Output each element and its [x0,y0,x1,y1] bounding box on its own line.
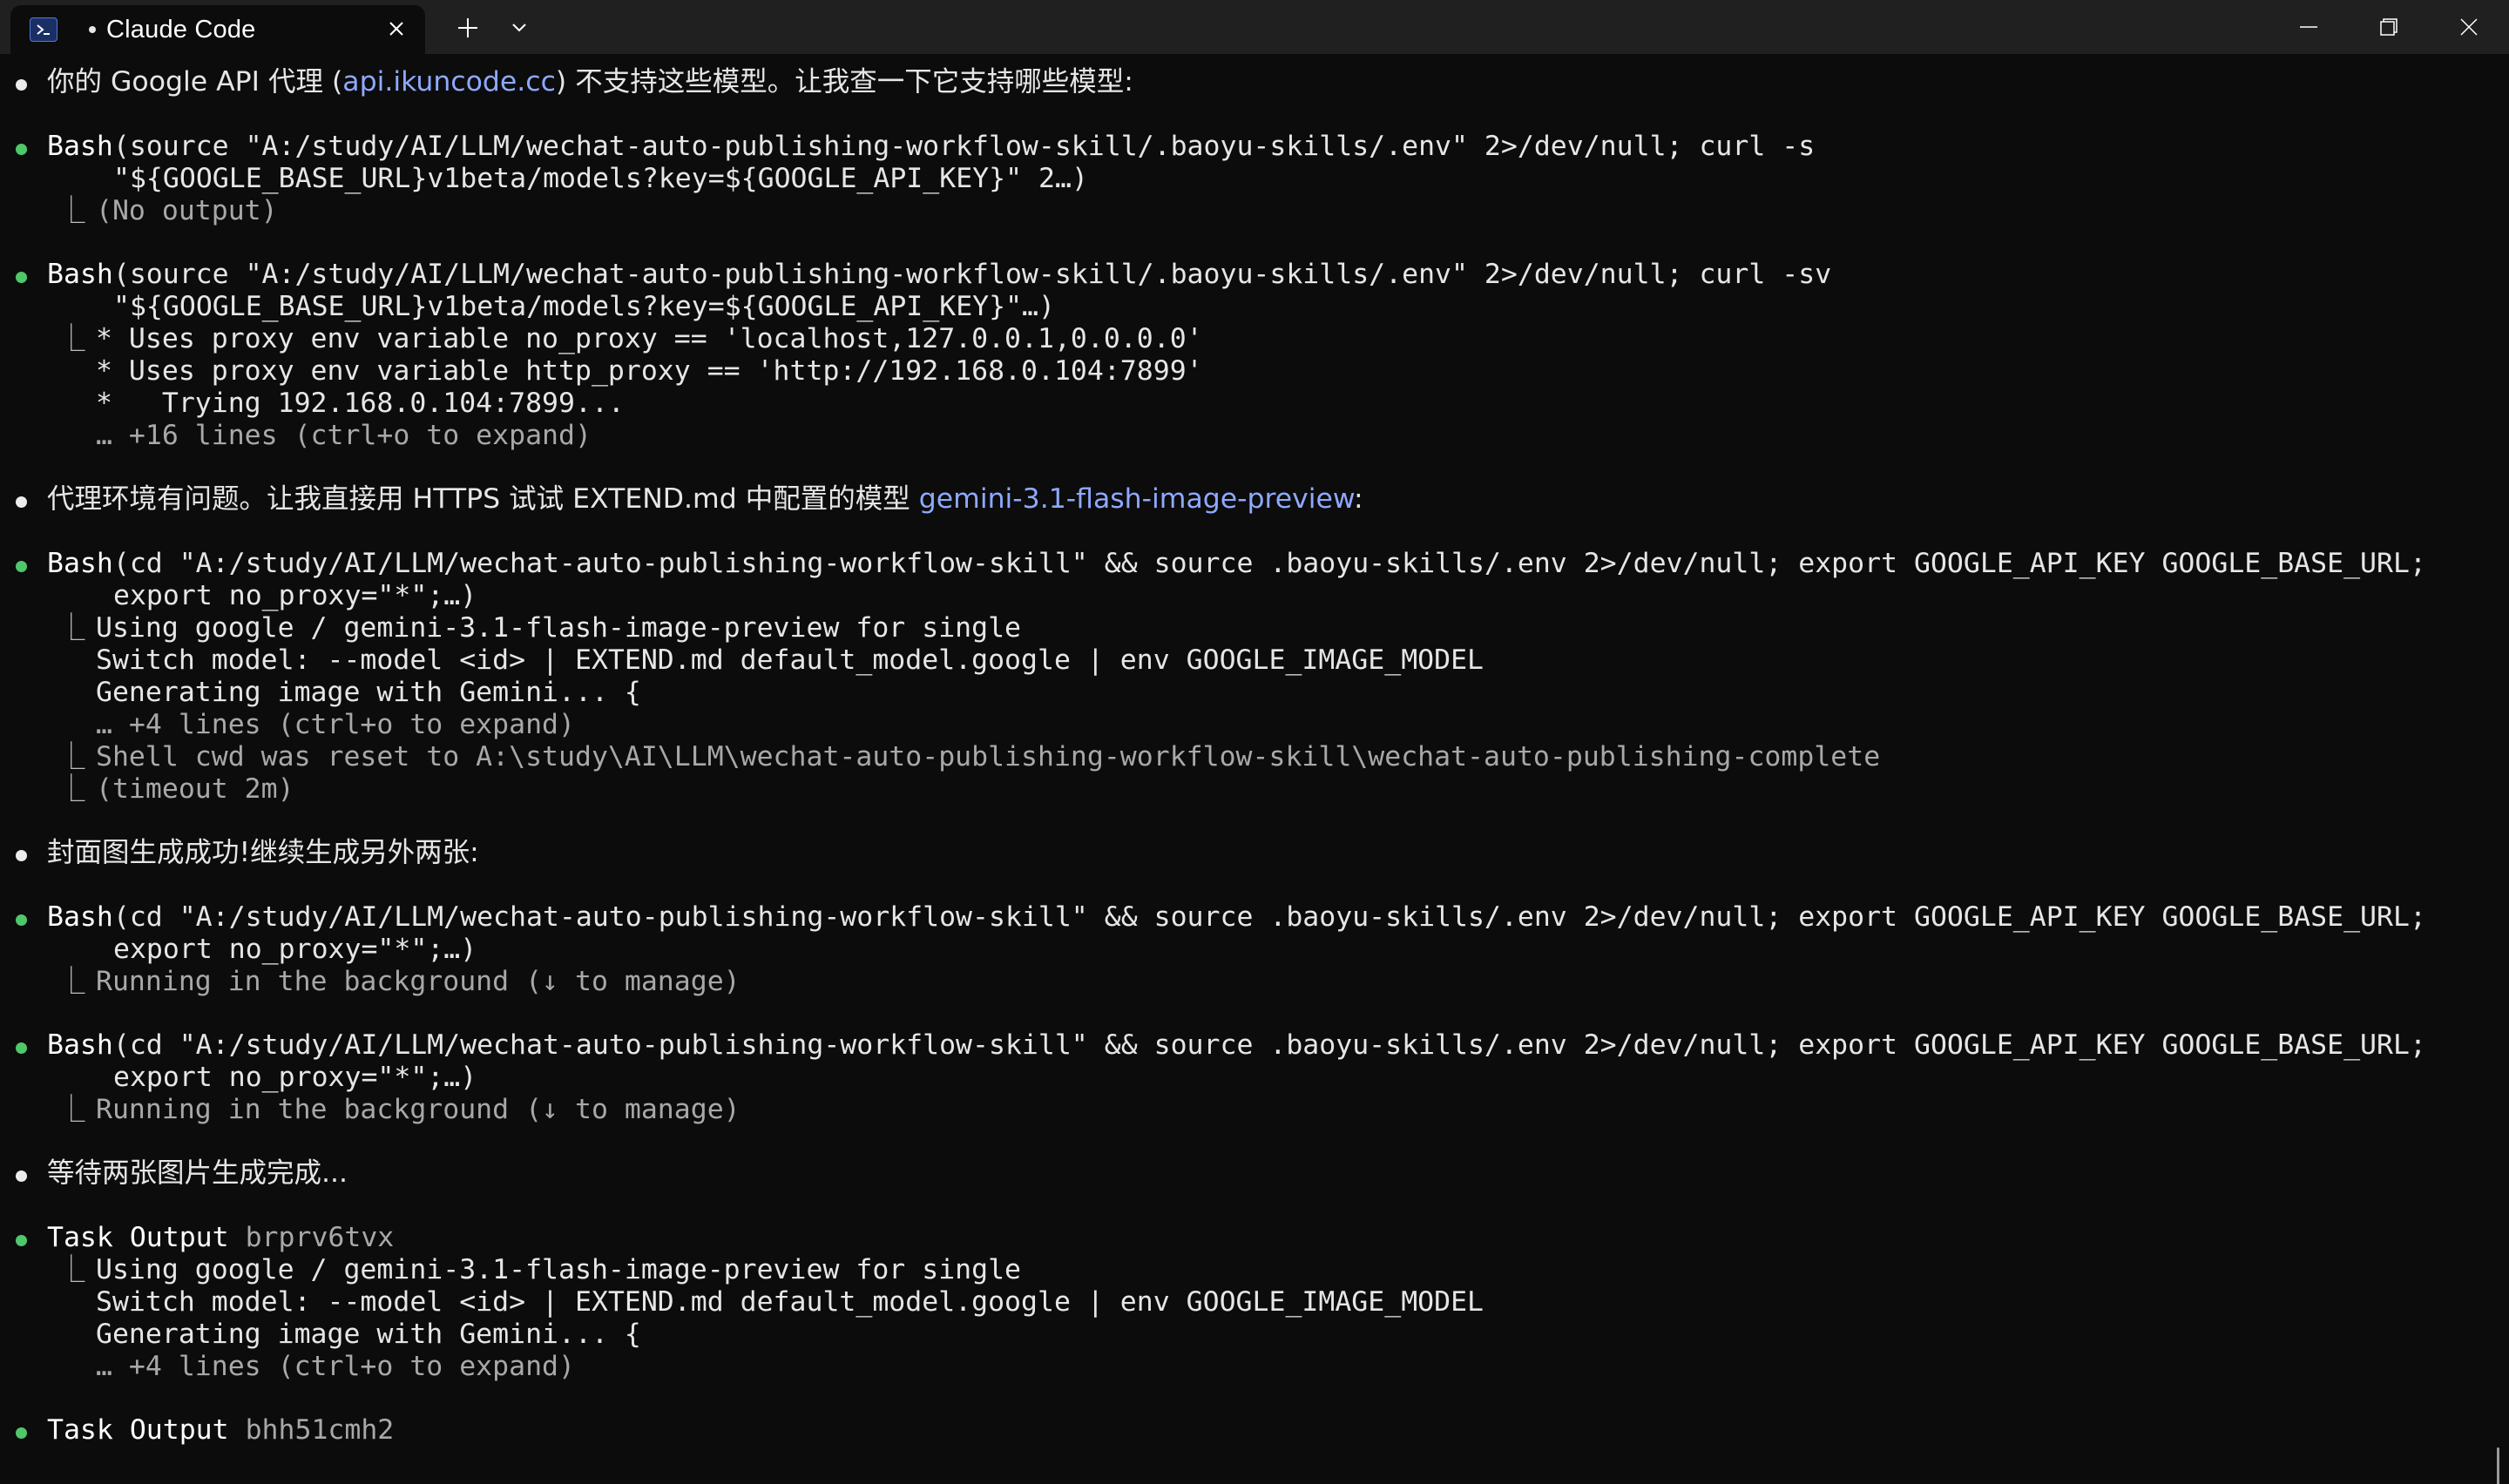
tool-args: (cd "A:/study/AI/LLM/wechat-auto-publish… [112,1029,2426,1061]
task-output: Task Output bhh51cmh2 [47,1414,394,1447]
message-bullet [16,496,27,508]
background-task-status[interactable]: Running in the background (↓ to manage) [96,1094,741,1126]
output-branch-glyph: ⎿ [57,1254,85,1285]
message-text: ) 不支持这些模型。让我查一下它支持哪些模型: [555,66,1133,98]
terminal-output[interactable]: 你的 Google API 代理 (api.ikuncode.cc) 不支持这些… [0,54,2509,1484]
tool-call-bash: Bash(cd "A:/study/AI/LLM/wechat-auto-pub… [47,548,2426,580]
tab-dropdown-button[interactable] [502,10,537,45]
task-id: bhh51cmh2 [245,1414,395,1446]
task-id: brprv6tvx [245,1222,395,1253]
plus-icon [458,18,477,37]
tool-output-line: Shell cwd was reset to A:\study\AI\LLM\w… [96,741,1881,772]
tool-call-bash: Bash(cd "A:/study/AI/LLM/wechat-auto-pub… [47,1029,2426,1062]
tool-output-line: Generating image with Gemini... { [96,677,641,708]
tool-call-bullet [16,1235,27,1246]
message-bullet [16,79,27,91]
tool-name: Bash [47,1029,113,1061]
close-icon [2460,18,2478,36]
output-branch-glyph: ⎿ [57,323,85,354]
output-branch-glyph: ⎿ [57,612,85,644]
tool-args: (source "A:/study/AI/LLM/wechat-auto-pub… [112,259,1832,290]
message-text: 你的 Google API 代理 ( [47,66,343,98]
tool-output-line: * Uses proxy env variable no_proxy == 'l… [96,323,1203,354]
tool-output-line: Switch model: --model <id> | EXTEND.md d… [96,1286,1484,1318]
message-bullet [16,850,27,861]
close-icon [389,22,403,36]
tool-args-continued: export no_proxy="*";…) [113,934,477,965]
output-branch-glyph: ⎿ [57,966,85,997]
minimize-button[interactable] [2269,0,2349,54]
background-task-status[interactable]: Running in the background (↓ to manage) [96,966,741,998]
tab-close-button[interactable] [383,16,409,42]
tool-args-continued: "${GOOGLE_BASE_URL}v1beta/models?key=${G… [113,163,1088,194]
output-branch-glyph: ⎿ [57,741,85,772]
tool-call-bash: Bash(source "A:/study/AI/LLM/wechat-auto… [47,131,1815,163]
tool-output-line: Using google / gemini-3.1-flash-image-pr… [96,612,1022,644]
output-branch-glyph: ⎿ [57,195,85,226]
expand-hint[interactable]: … +4 lines (ctrl+o to expand) [96,709,575,741]
tool-args: (cd "A:/study/AI/LLM/wechat-auto-publish… [112,901,2426,933]
tab-title: Claude Code [106,15,256,44]
tool-output-line: * Uses proxy env variable http_proxy == … [96,355,1203,387]
new-tab-button[interactable] [448,10,488,45]
tool-output-line: Using google / gemini-3.1-flash-image-pr… [96,1254,1022,1285]
tool-name: Bash [47,901,113,933]
tool-output-line: * Trying 192.168.0.104:7899... [96,388,625,419]
tool-call-bullet [16,1042,27,1054]
tool-args: (cd "A:/study/AI/LLM/wechat-auto-publish… [112,548,2426,579]
tool-name: Bash [47,548,113,579]
tool-args: (source "A:/study/AI/LLM/wechat-auto-pub… [112,131,1816,162]
close-window-button[interactable] [2429,0,2509,54]
output-branch-glyph: ⎿ [57,773,85,805]
tool-call-bash: Bash(source "A:/study/AI/LLM/wechat-auto… [47,259,1831,291]
tool-call-bash: Bash(cd "A:/study/AI/LLM/wechat-auto-pub… [47,901,2426,934]
tool-args-continued: export no_proxy="*";…) [113,580,477,611]
message-text: : [1353,483,1363,515]
title-bar: Claude Code [0,0,2509,54]
maximize-icon [2380,18,2397,36]
tool-output-line: (timeout 2m) [96,773,294,805]
tool-call-bullet [16,1427,27,1439]
task-output: Task Output brprv6tvx [47,1222,394,1254]
tool-call-bullet [16,144,27,155]
inline-code-link: api.ikuncode.cc [342,66,556,98]
tool-output-line: Generating image with Gemini... { [96,1319,641,1350]
expand-hint[interactable]: … +16 lines (ctrl+o to expand) [96,420,592,452]
scrollbar-thumb[interactable] [2497,1447,2499,1484]
tool-args-continued: "${GOOGLE_BASE_URL}v1beta/models?key=${G… [113,291,1055,322]
assistant-message: 封面图生成成功!继续生成另外两张: [47,837,479,868]
inline-code-link: gemini-3.1-flash-image-preview [918,483,1354,515]
tab-activity-dot [89,26,96,33]
assistant-message: 你的 Google API 代理 (api.ikuncode.cc) 不支持这些… [47,66,1133,98]
chevron-down-icon [512,24,526,32]
expand-hint[interactable]: … +4 lines (ctrl+o to expand) [96,1351,575,1383]
tool-output-line: Switch model: --model <id> | EXTEND.md d… [96,644,1484,676]
tool-call-bullet [16,914,27,926]
maximize-button[interactable] [2349,0,2429,54]
tool-args-continued: export no_proxy="*";…) [113,1062,477,1093]
tool-name: Bash [47,259,113,290]
assistant-message: 代理环境有问题。让我直接用 HTTPS 试试 EXTEND.md 中配置的模型 … [47,483,1363,516]
tool-call-bullet [16,272,27,283]
message-text: 代理环境有问题。让我直接用 HTTPS 试试 EXTEND.md 中配置的模型 [47,483,919,515]
tool-name: Task Output [47,1414,229,1446]
tab-claude-code[interactable]: Claude Code [10,5,425,54]
message-bullet [16,1170,27,1182]
powershell-icon [30,17,57,42]
tool-name: Bash [47,131,113,162]
output-branch-glyph: ⎿ [57,1094,85,1125]
tool-name: Task Output [47,1222,229,1253]
assistant-message: 等待两张图片生成完成... [47,1157,348,1189]
tool-output-line: (No output) [96,195,278,226]
tool-call-bullet [16,561,27,572]
minimize-icon [2300,26,2317,28]
